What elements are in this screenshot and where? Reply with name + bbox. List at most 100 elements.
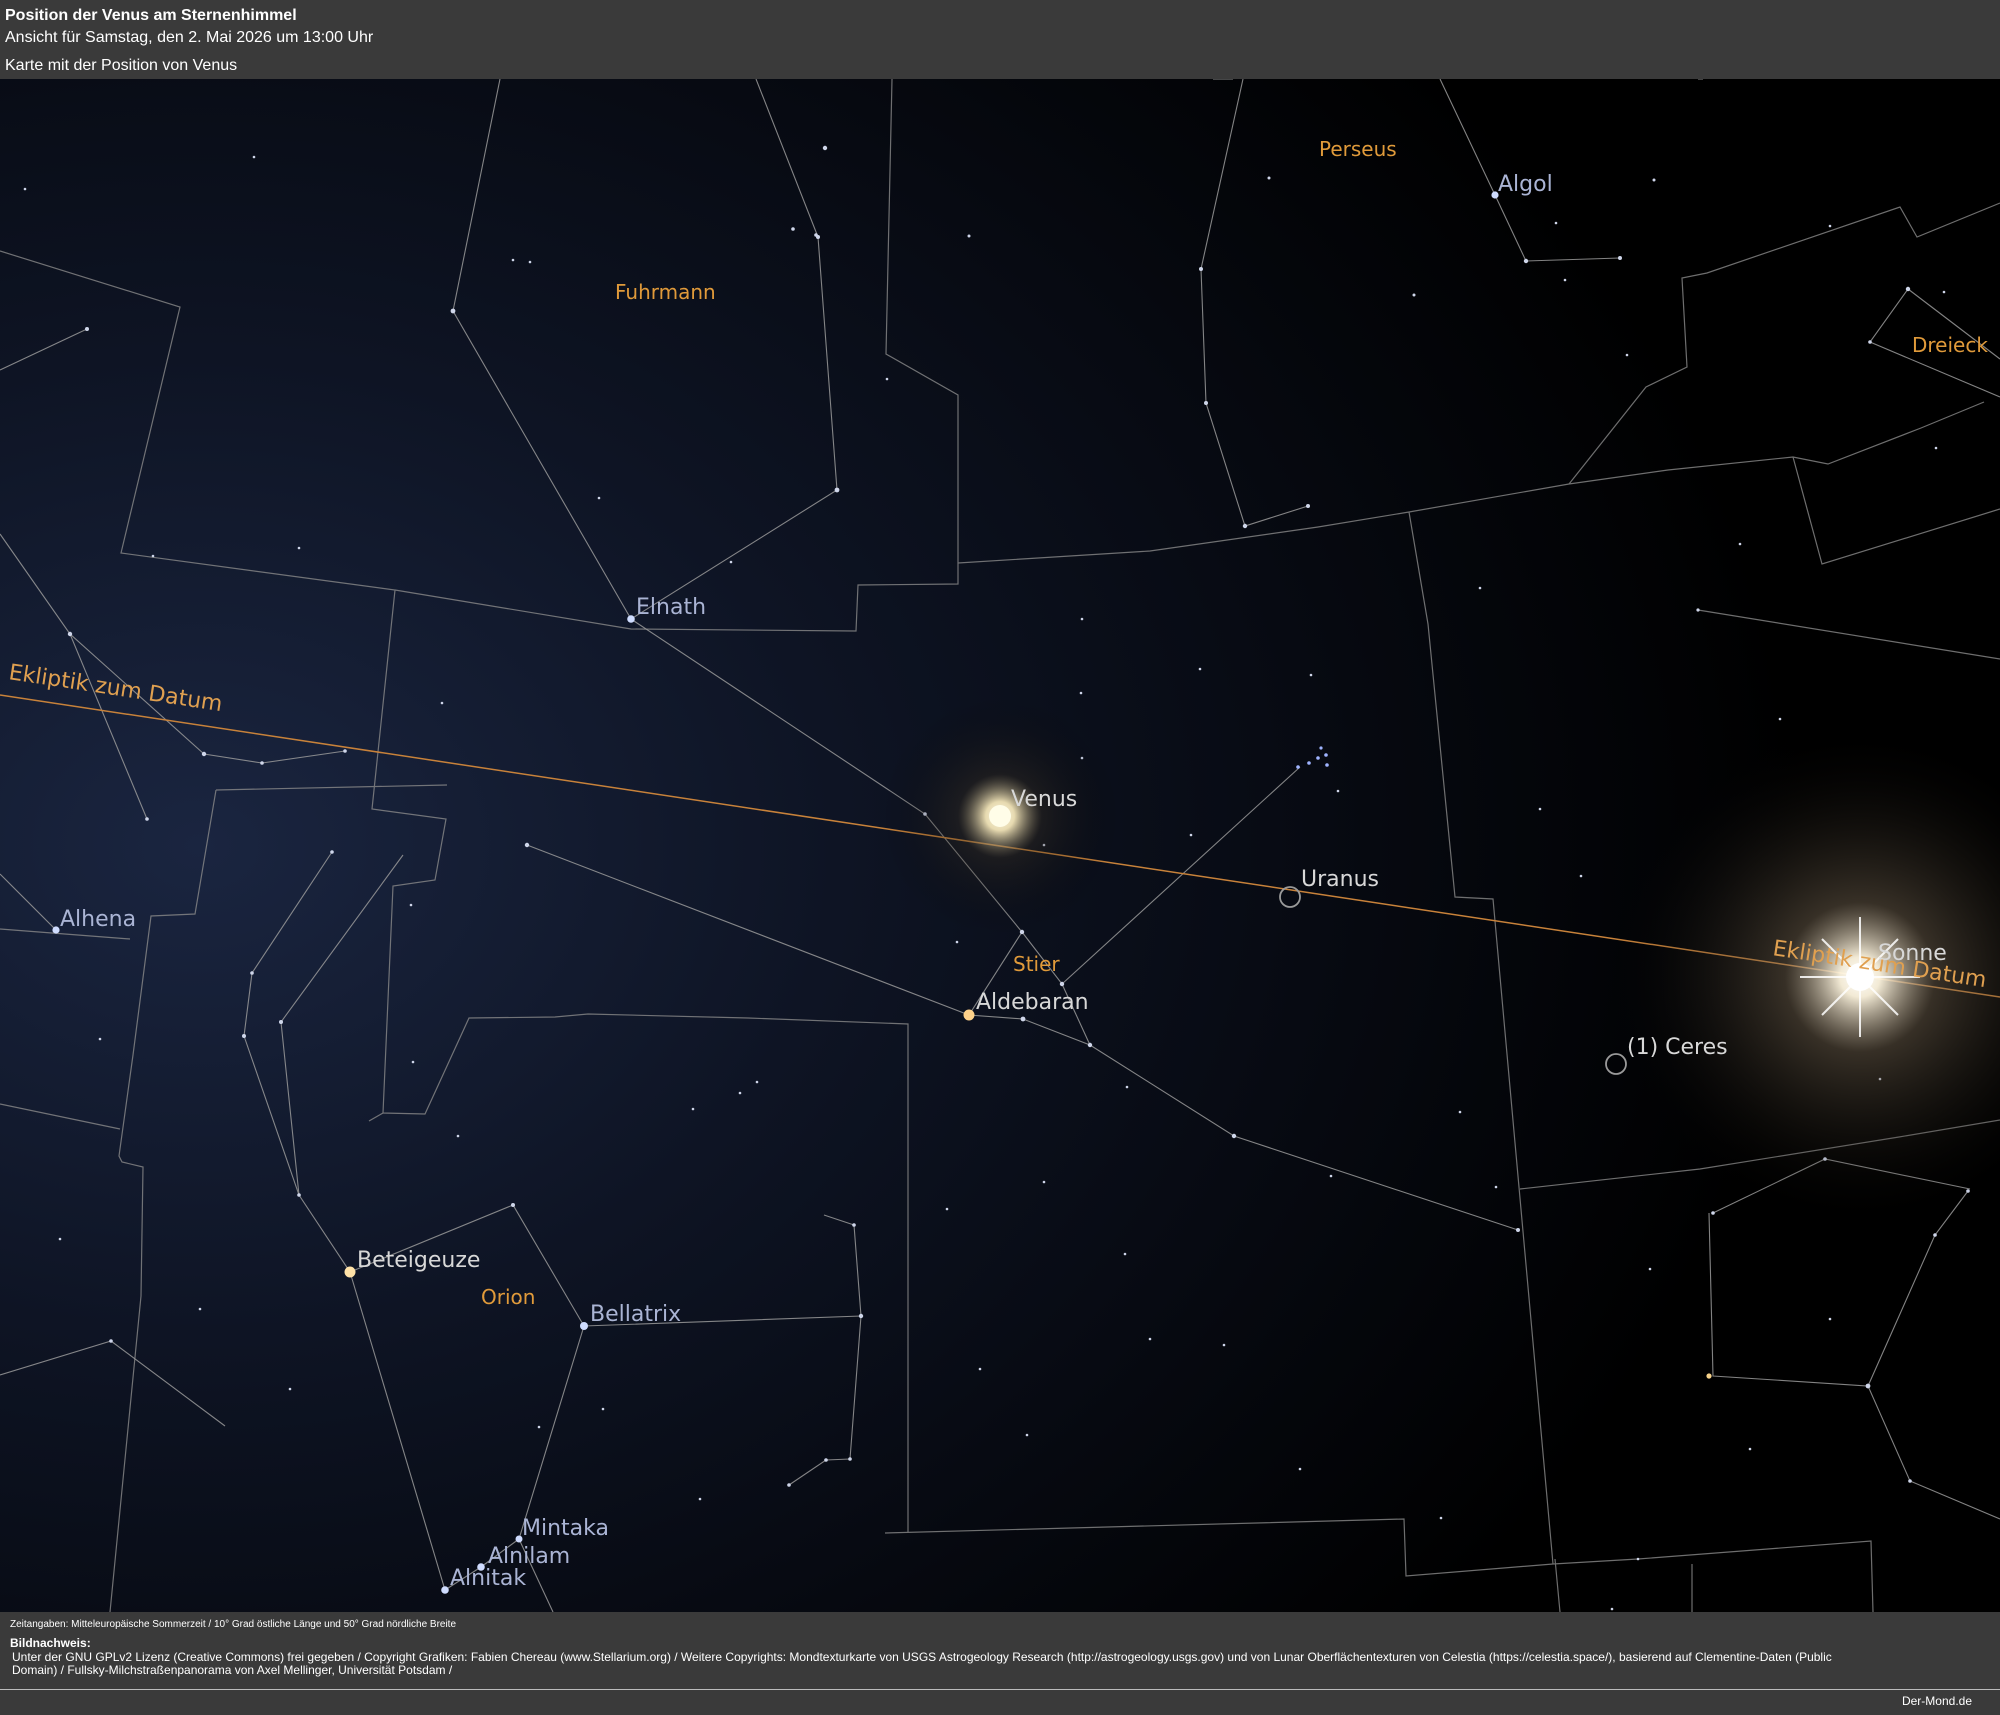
star — [1738, 542, 1742, 546]
star — [1329, 1174, 1333, 1178]
star — [1942, 290, 1946, 294]
star — [1439, 1516, 1443, 1520]
star — [885, 377, 889, 381]
star — [787, 1483, 791, 1487]
star — [23, 187, 27, 191]
star — [1905, 286, 1911, 292]
star — [1079, 691, 1083, 695]
star — [1748, 1447, 1752, 1451]
star — [343, 749, 347, 753]
star — [109, 1339, 113, 1343]
star — [1199, 267, 1203, 271]
pleiades-star — [1296, 765, 1300, 769]
star — [848, 1457, 852, 1461]
star — [524, 842, 530, 848]
pleiades-star — [1319, 746, 1323, 750]
star — [85, 327, 89, 331]
footer-divider — [0, 1689, 2000, 1690]
star — [967, 234, 971, 238]
star — [1648, 1267, 1652, 1271]
star — [698, 1497, 702, 1501]
label-ceres: (1) Ceres — [1627, 1035, 1728, 1060]
star — [1267, 176, 1271, 180]
star — [537, 1425, 541, 1429]
elnath-star — [627, 615, 635, 623]
page-title: Position der Venus am Sternenhimmel — [5, 7, 297, 24]
pleiades-star — [1316, 756, 1320, 760]
star — [1080, 617, 1084, 621]
star — [98, 1037, 102, 1041]
star — [978, 1367, 982, 1371]
label-alnitak: Alnitak — [450, 1566, 526, 1591]
star — [1610, 1607, 1614, 1611]
star — [1652, 178, 1656, 182]
star — [1494, 1185, 1498, 1189]
pleiades-star — [1325, 763, 1329, 767]
star — [297, 546, 301, 550]
label-dreieck: Dreieck — [1912, 333, 1988, 357]
star — [279, 1020, 283, 1024]
star — [1711, 1211, 1715, 1215]
star — [1306, 504, 1310, 508]
star — [1412, 293, 1416, 297]
star — [822, 145, 828, 151]
star — [1933, 1233, 1937, 1237]
star — [1523, 258, 1529, 264]
star — [456, 1134, 460, 1138]
label-mintaka: Mintaka — [522, 1516, 609, 1541]
star — [1778, 717, 1782, 721]
star — [511, 1203, 515, 1207]
star — [1706, 1373, 1712, 1379]
star — [1336, 789, 1340, 793]
star — [1059, 981, 1065, 987]
star — [955, 940, 959, 944]
site-name: Der-Mond.de — [1901, 1694, 1972, 1708]
sky-map: Fuhrmann Perseus Dreieck Stier Orion Alg… — [0, 79, 2000, 1612]
star — [1020, 1016, 1026, 1022]
aldebaran-star — [963, 1009, 975, 1021]
star — [511, 258, 515, 262]
star — [1242, 523, 1248, 529]
star — [1458, 1110, 1462, 1114]
label-fuhrmann: Fuhrmann — [615, 280, 716, 304]
star — [1123, 1252, 1127, 1256]
label-elnath: Elnath — [636, 595, 706, 620]
star — [1125, 1085, 1129, 1089]
star — [198, 1307, 202, 1311]
label-stier: Stier — [1013, 952, 1060, 976]
star — [252, 155, 256, 159]
star — [1087, 1042, 1093, 1048]
footer: Zeitangaben: Mitteleuropäische Sommerzei… — [0, 1612, 2000, 1715]
label-beteigeuze: Beteigeuze — [357, 1248, 480, 1273]
venus-disk — [989, 805, 1011, 827]
label-venus: Venus — [1011, 787, 1077, 812]
star — [260, 761, 264, 765]
star — [58, 1237, 62, 1241]
star — [601, 1407, 605, 1411]
star — [1625, 353, 1629, 357]
star — [1025, 1433, 1029, 1437]
star — [1868, 340, 1872, 344]
pleiades-star — [1307, 761, 1311, 765]
star — [242, 1034, 246, 1038]
star — [1222, 1343, 1226, 1347]
star — [330, 850, 334, 854]
star — [1478, 586, 1482, 590]
star — [1516, 1228, 1520, 1232]
star — [440, 701, 444, 705]
star — [791, 227, 795, 231]
label-bellatrix: Bellatrix — [590, 1302, 681, 1327]
beteigeuze-star — [344, 1266, 356, 1278]
star — [738, 1091, 742, 1095]
alhena-star — [52, 926, 60, 934]
bellatrix-star — [580, 1322, 588, 1330]
star — [450, 308, 456, 314]
star — [1198, 667, 1202, 671]
header: Position der Venus am Sternenhimmel Ansi… — [0, 0, 2000, 79]
page-subtitle: Ansicht für Samstag, den 2. Mai 2026 um … — [5, 29, 374, 46]
star — [1231, 1133, 1237, 1139]
label-uranus: Uranus — [1301, 867, 1379, 892]
star — [409, 903, 413, 907]
star — [151, 554, 155, 558]
star — [1618, 256, 1622, 260]
